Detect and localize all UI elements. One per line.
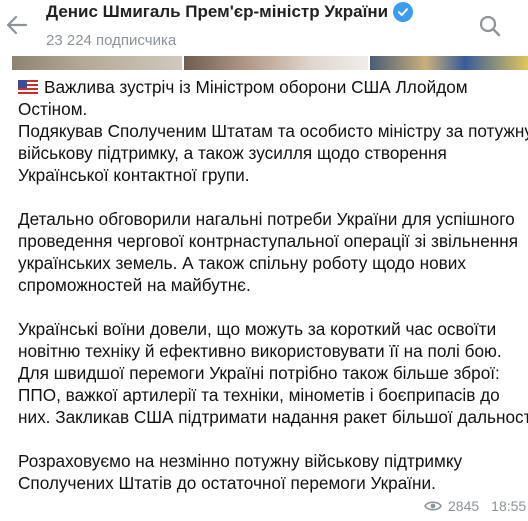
post-line: Детально обговорили нагальні потреби Укр… [18, 209, 515, 229]
message-meta: 2845 18:55 [424, 498, 526, 514]
post-line: Остіном. [18, 99, 88, 119]
back-arrow-icon [6, 15, 28, 35]
channel-header: Денис Шмигаль Прем'єр-міністр України 23… [0, 0, 528, 56]
post-paragraph: Детально обговорили нагальні потреби Укр… [18, 208, 523, 296]
post-line: військову підтримку, а також зусилля щод… [18, 143, 447, 163]
post-line: спроможностей на майбутнє. [18, 275, 251, 295]
post-line: Для швидшої перемоги Україні потрібно та… [18, 363, 500, 383]
post-line: Важлива зустріч із Міністром оборони США… [18, 76, 523, 98]
post-line: українських земель. А також спільну робо… [18, 253, 466, 273]
message-time: 18:55 [491, 498, 527, 514]
back-button[interactable] [2, 10, 32, 40]
post-line: них. Закликав США підтримати надання рак… [18, 407, 528, 427]
post-line: Подякував Сполученим Штатам та особисто … [18, 121, 528, 141]
post-photo[interactable] [12, 56, 182, 70]
channel-title-row[interactable]: Денис Шмигаль Прем'єр-міністр України [46, 2, 414, 22]
post-line: Української контактної групи. [18, 165, 250, 185]
post-line: Українські воїни довели, що можуть за ко… [18, 319, 497, 339]
post-paragraph: Важлива зустріч із Міністром оборони США… [18, 76, 528, 186]
view-count: 2845 [448, 498, 480, 514]
eye-icon [424, 501, 442, 511]
post-paragraph: Українські воїни довели, що можуть за ко… [18, 318, 528, 428]
channel-title: Денис Шмигаль Прем'єр-міністр України [46, 2, 389, 21]
post-text: Важлива зустріч із Міністром оборони США… [18, 76, 528, 494]
post-line: Розраховуємо на незмінно потужну військо… [18, 451, 463, 471]
verified-badge-icon [393, 2, 414, 22]
search-icon [479, 15, 501, 37]
post-paragraph: Розраховуємо на незмінно потужну військо… [18, 450, 523, 494]
message-bubble: Важлива зустріч із Міністром оборони США… [12, 70, 528, 521]
us-flag-icon [18, 80, 38, 94]
post-line: новітню техніку й ефективно використовув… [18, 341, 502, 361]
post-line: ППО, важкої артилерії та техніки, міноме… [18, 385, 500, 405]
post-line: проведення чергової контрнаступальної оп… [18, 231, 519, 251]
search-button[interactable] [476, 12, 504, 40]
subscriber-count: 23 224 подписчика [46, 32, 177, 49]
post-photo[interactable] [370, 56, 528, 70]
post-photo[interactable] [184, 56, 368, 70]
post-photo-album[interactable] [12, 56, 528, 70]
post-line: Сполучених Штатів до остаточної перемоги… [18, 473, 436, 493]
